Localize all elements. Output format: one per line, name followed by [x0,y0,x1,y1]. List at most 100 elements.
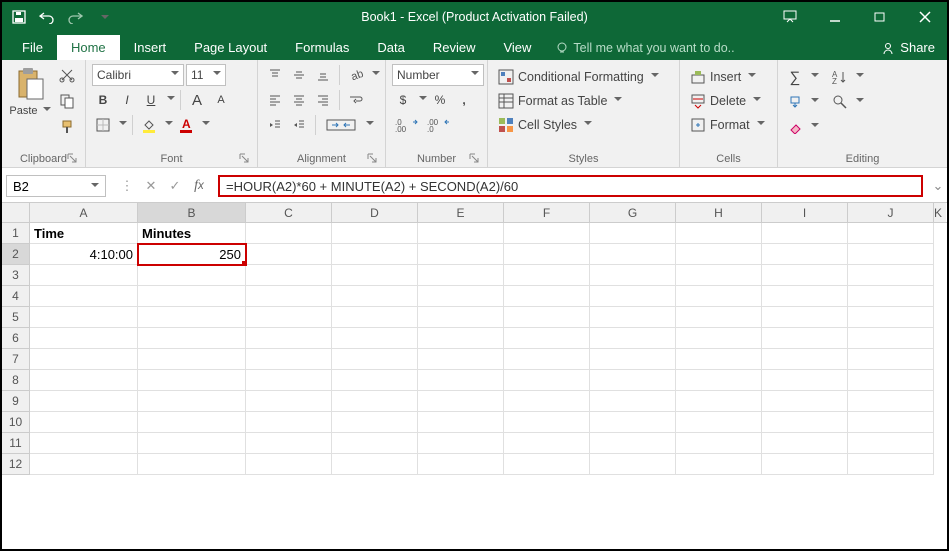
cell-H2[interactable] [676,244,762,265]
clear-dropdown[interactable] [808,118,819,136]
cell-F10[interactable] [504,412,590,433]
align-middle-button[interactable] [288,64,310,86]
tab-formulas[interactable]: Formulas [281,35,363,60]
expand-formula-bar-button[interactable]: ⌄ [929,178,947,194]
cell-H9[interactable] [676,391,762,412]
cell-H12[interactable] [676,454,762,475]
cell-D6[interactable] [332,328,418,349]
paste-button[interactable]: Paste [8,64,52,118]
cell-D7[interactable] [332,349,418,370]
cell-E8[interactable] [418,370,504,391]
row-header-2[interactable]: 2 [2,244,30,265]
qat-customize-button[interactable] [94,8,112,26]
cell-C9[interactable] [246,391,332,412]
cell-I6[interactable] [762,328,848,349]
row-header-10[interactable]: 10 [2,412,30,433]
cell-F1[interactable] [504,223,590,244]
underline-dropdown[interactable] [164,91,175,109]
cancel-formula-button[interactable]: ✕ [142,178,160,194]
cell-G4[interactable] [590,286,676,307]
undo-button[interactable] [38,8,56,26]
column-header-B[interactable]: B [138,203,246,222]
cell-J12[interactable] [848,454,934,475]
cell-G1[interactable] [590,223,676,244]
cell-J11[interactable] [848,433,934,454]
number-format-combo[interactable]: Number [392,64,484,86]
increase-decimal-button[interactable]: .0.00 [392,114,422,136]
borders-button[interactable] [92,114,114,136]
cell-F8[interactable] [504,370,590,391]
orientation-dropdown[interactable] [369,66,380,84]
cell-J9[interactable] [848,391,934,412]
cell-E1[interactable] [418,223,504,244]
cell-G6[interactable] [590,328,676,349]
font-name-combo[interactable]: Calibri [92,64,184,86]
cell-C3[interactable] [246,265,332,286]
cell-H11[interactable] [676,433,762,454]
tell-me-search[interactable]: Tell me what you want to do.. [545,36,744,60]
cell-E10[interactable] [418,412,504,433]
cell-B7[interactable] [138,349,246,370]
format-cells-button[interactable]: Format [686,114,769,136]
cell-B6[interactable] [138,328,246,349]
column-header-D[interactable]: D [332,203,418,222]
cell-B2[interactable]: 250 [138,244,246,265]
comma-button[interactable]: , [453,89,475,111]
cell-C12[interactable] [246,454,332,475]
tab-page-layout[interactable]: Page Layout [180,35,281,60]
cell-H6[interactable] [676,328,762,349]
share-button[interactable]: Share [869,35,947,60]
format-painter-button[interactable] [56,116,78,138]
cell-D3[interactable] [332,265,418,286]
wrap-text-button[interactable] [345,89,367,111]
accounting-format-button[interactable]: $ [392,89,414,111]
tab-review[interactable]: Review [419,35,490,60]
cell-D12[interactable] [332,454,418,475]
autosum-button[interactable]: ∑ [784,66,806,88]
decrease-indent-button[interactable] [264,114,286,136]
align-top-button[interactable] [264,64,286,86]
cell-I5[interactable] [762,307,848,328]
cell-A9[interactable] [30,391,138,412]
cell-E9[interactable] [418,391,504,412]
cell-A3[interactable] [30,265,138,286]
cell-J6[interactable] [848,328,934,349]
format-as-table-button[interactable]: Format as Table [494,90,663,112]
column-header-H[interactable]: H [676,203,762,222]
cell-D1[interactable] [332,223,418,244]
cell-E2[interactable] [418,244,504,265]
cell-G5[interactable] [590,307,676,328]
tab-insert[interactable]: Insert [120,35,181,60]
cell-G8[interactable] [590,370,676,391]
font-size-combo[interactable]: 11 [186,64,226,86]
cell-D10[interactable] [332,412,418,433]
maximize-button[interactable] [857,2,902,32]
cell-J2[interactable] [848,244,934,265]
save-button[interactable] [10,8,28,26]
merge-center-button[interactable] [321,114,361,136]
cell-J4[interactable] [848,286,934,307]
cell-C8[interactable] [246,370,332,391]
cell-F4[interactable] [504,286,590,307]
cell-B4[interactable] [138,286,246,307]
cell-B9[interactable] [138,391,246,412]
tab-home[interactable]: Home [57,35,120,60]
cell-I3[interactable] [762,265,848,286]
column-header-I[interactable]: I [762,203,848,222]
cell-I9[interactable] [762,391,848,412]
row-header-12[interactable]: 12 [2,454,30,475]
row-header-3[interactable]: 3 [2,265,30,286]
cell-A8[interactable] [30,370,138,391]
sort-filter-dropdown[interactable] [853,68,864,86]
tab-view[interactable]: View [489,35,545,60]
tab-data[interactable]: Data [363,35,418,60]
conditional-formatting-button[interactable]: Conditional Formatting [494,66,663,88]
column-header-J[interactable]: J [848,203,934,222]
cell-I10[interactable] [762,412,848,433]
cell-A11[interactable] [30,433,138,454]
font-launcher[interactable] [239,153,251,165]
sort-filter-button[interactable]: AZ [829,66,851,88]
delete-cells-button[interactable]: Delete [686,90,769,112]
cell-B11[interactable] [138,433,246,454]
cell-E7[interactable] [418,349,504,370]
